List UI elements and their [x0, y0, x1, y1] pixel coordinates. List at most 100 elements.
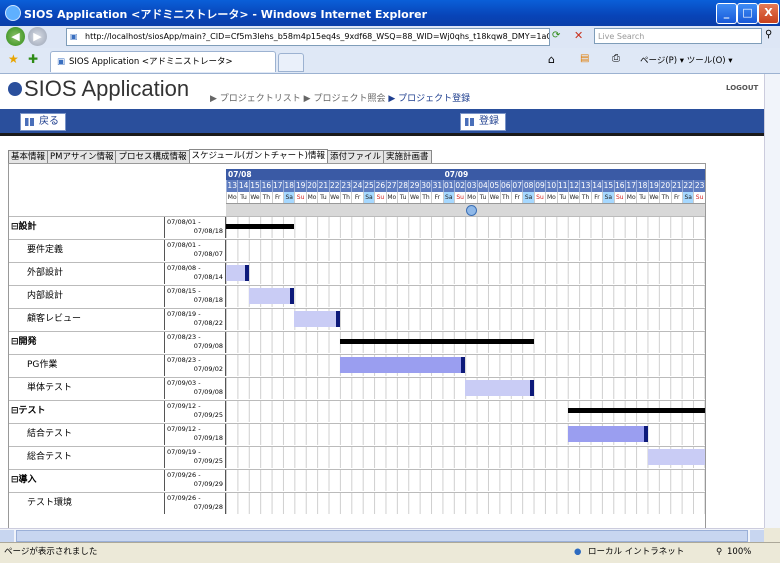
- gantt-task-row[interactable]: ⊟導入 07/09/26 -07/09/29: [9, 469, 705, 492]
- gantt-summary-bar[interactable]: [226, 224, 295, 229]
- back-button[interactable]: 戻る: [20, 113, 66, 131]
- gantt-weekday-label: Tu: [636, 192, 647, 203]
- gantt-day-label: 24: [351, 180, 363, 192]
- gantt-task-bar[interactable]: [465, 380, 534, 396]
- slider-knob[interactable]: [466, 205, 477, 216]
- task-name: 総合テスト: [27, 452, 73, 462]
- tab-schedule[interactable]: スケジュール(ガントチャート)情報: [188, 149, 328, 164]
- tab-basic-info[interactable]: 基本情報: [8, 150, 49, 164]
- stop-icon[interactable]: ✕: [574, 29, 583, 42]
- gantt-day-label: 17: [625, 180, 636, 192]
- gantt-day-label: 16: [613, 180, 625, 192]
- feed-icon[interactable]: ▤: [580, 53, 589, 64]
- gantt-weekday-label: We: [647, 192, 659, 203]
- gantt-task-row[interactable]: ⊟開発 07/08/23 -07/09/08: [9, 331, 705, 354]
- gantt-task-row[interactable]: PG作業 07/08/23 -07/09/02: [9, 354, 705, 377]
- search-input[interactable]: Live Search: [594, 28, 762, 44]
- progress-marker: [643, 426, 648, 442]
- gantt-task-row[interactable]: テスト環境 07/09/26 -07/09/28: [9, 492, 705, 515]
- gantt-task-row[interactable]: 単体テスト 07/09/03 -07/09/08: [9, 377, 705, 400]
- gantt-summary-bar[interactable]: [568, 408, 705, 413]
- logout-link[interactable]: LOGOUT: [726, 84, 758, 92]
- gantt-task-row[interactable]: ⊟テスト 07/09/12 -07/09/25: [9, 400, 705, 423]
- breadcrumb-project-view[interactable]: ▶ プロジェクト照会: [304, 94, 386, 104]
- minimize-button[interactable]: _: [716, 3, 737, 24]
- back-arrow-icon[interactable]: ◀: [6, 27, 25, 46]
- gantt-task-bar[interactable]: [340, 357, 466, 373]
- task-start-date: 07/08/01 -: [167, 241, 201, 249]
- gantt-task-bar[interactable]: [248, 288, 295, 304]
- task-start-date: 07/09/12 -: [167, 402, 201, 410]
- gantt-task-bar[interactable]: [294, 311, 340, 327]
- gantt-day-label: 22: [682, 180, 693, 192]
- gantt-weekday-label: Mo: [385, 192, 397, 203]
- gantt-summary-bar[interactable]: [340, 339, 534, 344]
- progress-marker: [244, 265, 249, 281]
- gantt-weekday-label: Sa: [682, 192, 694, 203]
- favorites-star-icon[interactable]: ★: [8, 52, 19, 66]
- maximize-button[interactable]: □: [737, 3, 758, 24]
- task-dates: 07/08/23 -07/09/08: [164, 332, 226, 353]
- task-name: ⊟導入: [11, 475, 37, 485]
- gantt-scroll-slider[interactable]: [226, 203, 705, 217]
- scroll-right-icon[interactable]: [750, 530, 764, 542]
- progress-marker: [461, 357, 466, 373]
- page-tools-menu[interactable]: ページ(P) ▾ ツール(O) ▾: [640, 54, 733, 66]
- vertical-scrollbar[interactable]: [764, 74, 780, 528]
- gantt-chart: 07/08 07/09 13 14 15 16 17 18 19 20 21 22 23 24 25 26 2…: [8, 163, 706, 528]
- tab-pm-assign[interactable]: PMアサイン情報: [47, 150, 117, 164]
- gantt-day-label: 16: [260, 180, 272, 192]
- gantt-weekday-label: Mo: [625, 192, 636, 203]
- gantt-task-row[interactable]: 内部設計 07/08/15 -07/08/18: [9, 285, 705, 308]
- gantt-task-row[interactable]: 顧客レビュー 07/08/19 -07/08/22: [9, 308, 705, 331]
- gantt-task-bar[interactable]: [226, 265, 249, 281]
- gantt-task-bar[interactable]: [647, 449, 705, 465]
- new-tab-button[interactable]: [278, 53, 304, 72]
- gantt-day-label: 06: [499, 180, 511, 192]
- gantt-day-label: 14: [237, 180, 249, 192]
- tab-plan[interactable]: 実施計画書: [382, 150, 432, 164]
- task-end-date: 07/09/28: [193, 503, 223, 511]
- gantt-day-label: 13: [579, 180, 591, 192]
- print-icon[interactable]: ⎙: [612, 53, 620, 64]
- gantt-day-label: 11: [556, 180, 568, 192]
- url-text: http://localhost/siosApp/main?_CID=Cf5m3…: [85, 32, 550, 41]
- address-input[interactable]: ▣ http://localhost/siosApp/main?_CID=Cf5…: [66, 28, 550, 46]
- gantt-weekday-label: Sa: [522, 192, 534, 203]
- tab-attachments[interactable]: 添付ファイル: [326, 150, 384, 164]
- breadcrumb-project-list[interactable]: ▶ プロジェクトリスト: [210, 94, 301, 104]
- gantt-day-label: 19: [294, 180, 306, 192]
- home-icon[interactable]: ⌂: [548, 53, 555, 66]
- browser-tab-active[interactable]: ▣ SIOS Application <アドミニストレータ>: [50, 51, 276, 72]
- gantt-task-row[interactable]: ⊟設計 07/08/01 -07/08/18: [9, 216, 705, 239]
- gantt-task-bar[interactable]: [568, 426, 648, 442]
- task-end-date: 07/09/08: [193, 388, 223, 396]
- zoom-level[interactable]: 100%: [727, 543, 751, 561]
- add-favorites-icon[interactable]: ✚: [28, 52, 38, 66]
- tab-process[interactable]: プロセス構成情報: [115, 150, 190, 164]
- gantt-weekday-label: Th: [260, 192, 271, 203]
- scroll-thumb[interactable]: [16, 530, 748, 542]
- gantt-weekday-label: Fr: [351, 192, 362, 203]
- gantt-month-label: 07/08: [228, 170, 252, 179]
- gantt-task-row[interactable]: 総合テスト 07/09/19 -07/09/25: [9, 446, 705, 469]
- close-button[interactable]: X: [758, 3, 779, 24]
- gantt-task-row[interactable]: 外部設計 07/08/08 -07/08/14: [9, 262, 705, 285]
- horizontal-scrollbar[interactable]: [0, 528, 764, 543]
- gantt-day-label: 25: [362, 180, 374, 192]
- gantt-day-label: 15: [248, 180, 260, 192]
- zoom-icon: ⚲: [716, 547, 723, 557]
- task-end-date: 07/08/14: [193, 273, 223, 281]
- search-icon[interactable]: ⚲: [765, 29, 772, 40]
- task-timeline: [226, 263, 705, 284]
- refresh-icon[interactable]: ⟳: [552, 30, 560, 41]
- scroll-left-icon[interactable]: [0, 530, 14, 542]
- forward-arrow-icon[interactable]: ▶: [28, 27, 47, 46]
- gantt-day-label: 21: [317, 180, 329, 192]
- register-button[interactable]: 登録: [460, 113, 506, 131]
- gantt-task-row[interactable]: 結合テスト 07/09/12 -07/09/18: [9, 423, 705, 446]
- gantt-weekday-label: Su: [374, 192, 385, 203]
- gantt-weekday-label: We: [568, 192, 579, 203]
- gantt-task-row[interactable]: 要件定義 07/08/01 -07/08/07: [9, 239, 705, 262]
- task-name: 単体テスト: [27, 383, 73, 393]
